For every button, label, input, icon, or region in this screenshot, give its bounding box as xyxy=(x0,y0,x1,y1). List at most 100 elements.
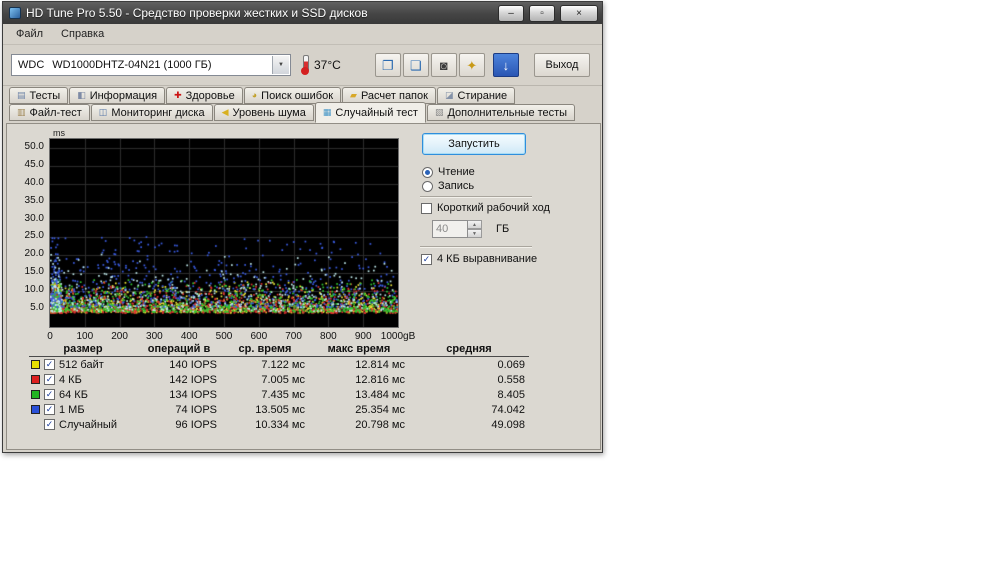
menu-bar: ФайлСправка xyxy=(3,24,602,45)
max-time-value: 25.354 мс xyxy=(309,404,409,416)
window-title: HD Tune Pro 5.50 - Средство проверки жес… xyxy=(26,6,493,20)
tab-icon: ▤ xyxy=(17,91,26,100)
max-time-value: 12.816 мс xyxy=(309,374,409,386)
tab[interactable]: ✚ Здоровье xyxy=(166,87,243,104)
app-icon xyxy=(9,7,21,19)
check-icon: ✓ xyxy=(46,420,54,429)
tab[interactable]: ◀ Уровень шума xyxy=(214,104,314,121)
maximize-button[interactable]: ▫ xyxy=(529,5,555,22)
series-checkbox[interactable]: ✓ xyxy=(44,419,55,430)
app-window: HD Tune Pro 5.50 - Средство проверки жес… xyxy=(2,1,603,453)
tab-icon: ◫ xyxy=(99,108,108,117)
table-row: ✓ 512 байт 140 IOPS 7.122 мс 12.814 мс 0… xyxy=(29,357,529,372)
table-row: ✓ 64 КБ 134 IOPS 7.435 мс 13.484 мс 8.40… xyxy=(29,387,529,402)
save-screenshot-button[interactable]: ↓ xyxy=(493,53,519,77)
avg-speed-value: 49.098 xyxy=(409,419,529,431)
series-color-swatch xyxy=(31,405,40,414)
series-color-swatch xyxy=(31,360,40,369)
drive-vendor-label: WDC xyxy=(18,59,44,71)
column-header: операций в xyxy=(137,343,221,355)
access-time-chart: ms 50.045.040.035.030.025.020.015.010.05… xyxy=(9,128,413,346)
capacity-unit-label: ГБ xyxy=(496,223,509,235)
tab-icon: ◪ xyxy=(445,91,454,100)
max-time-value: 12.814 мс xyxy=(309,359,409,371)
titlebar[interactable]: HD Tune Pro 5.50 - Средство проверки жес… xyxy=(3,2,602,24)
series-label: 64 КБ xyxy=(59,389,88,401)
read-option: Чтение xyxy=(422,166,475,178)
drive-model-label: WD1000DHTZ-04N21 (1000 ГБ) xyxy=(52,59,211,71)
column-header: ср. время xyxy=(221,343,309,355)
table-row: ✓ 4 КБ 142 IOPS 7.005 мс 12.816 мс 0.558 xyxy=(29,372,529,387)
tab-icon: ◧ xyxy=(77,91,86,100)
short-stroke-option: ✓ Короткий рабочий ход xyxy=(421,202,550,214)
tab-row-2: ▥ Файл-тест ◫ Мониторинг диска ◀ Уровень… xyxy=(9,104,575,123)
tab[interactable]: ▥ Файл-тест xyxy=(9,104,90,121)
write-option: Запись xyxy=(422,180,474,192)
tab[interactable]: ▤ Тесты xyxy=(9,87,68,104)
tab[interactable]: ◫ Мониторинг диска xyxy=(91,104,213,121)
avg-time-value: 10.334 мс xyxy=(221,419,309,431)
iops-value: 142 IOPS xyxy=(137,374,221,386)
dropdown-arrow-icon[interactable]: ▼ xyxy=(272,56,289,74)
start-test-button[interactable]: Запустить xyxy=(422,133,526,155)
tab[interactable]: ▧ Дополнительные тесты xyxy=(427,104,575,121)
capacity-row: ▲ ▼ ГБ xyxy=(432,220,509,238)
write-radio[interactable] xyxy=(422,181,433,192)
close-button[interactable]: × xyxy=(560,5,598,22)
series-checkbox[interactable]: ✓ xyxy=(44,404,55,415)
divider xyxy=(420,196,532,198)
iops-value: 96 IOPS xyxy=(137,419,221,431)
tab[interactable]: ◪ Стирание xyxy=(437,87,515,104)
toolbar-button[interactable]: ❑ xyxy=(403,53,429,77)
align-checkbox[interactable]: ✓ xyxy=(421,254,432,265)
column-header: размер xyxy=(29,343,137,355)
series-color-swatch xyxy=(31,375,40,384)
drive-selector[interactable]: WDC WD1000DHTZ-04N21 (1000 ГБ) ▼ xyxy=(11,54,291,76)
short-stroke-checkbox[interactable]: ✓ xyxy=(421,203,432,214)
tab[interactable]: ▦ Случайный тест xyxy=(315,102,426,123)
avg-time-value: 7.122 мс xyxy=(221,359,309,371)
copy-text-icon: ❐ xyxy=(382,59,394,72)
iops-value: 134 IOPS xyxy=(137,389,221,401)
avg-time-value: 13.505 мс xyxy=(221,404,309,416)
series-checkbox[interactable]: ✓ xyxy=(44,359,55,370)
series-label: 4 КБ xyxy=(59,374,82,386)
tab-icon: ▧ xyxy=(435,108,444,117)
avg-time-value: 7.005 мс xyxy=(221,374,309,386)
divider xyxy=(420,246,532,248)
tab-icon: ◀ xyxy=(222,108,229,117)
capacity-input[interactable] xyxy=(432,220,468,238)
toolbar-button[interactable]: ❐ xyxy=(375,53,401,77)
toolbar-button[interactable]: ✦ xyxy=(459,53,485,77)
download-icon: ↓ xyxy=(503,59,510,72)
menu-item[interactable]: Файл xyxy=(7,26,52,42)
minimize-button[interactable]: – xyxy=(498,5,524,22)
menu-item[interactable]: Справка xyxy=(52,26,113,42)
exit-button[interactable]: Выход xyxy=(534,53,590,77)
toolbar: WDC WD1000DHTZ-04N21 (1000 ГБ) ▼ 37°C ❐ … xyxy=(3,45,602,86)
check-icon: ✓ xyxy=(423,255,431,264)
read-label: Чтение xyxy=(438,166,475,178)
tab-icon: ▥ xyxy=(17,108,26,117)
temperature-value: 37°C xyxy=(314,58,341,72)
capacity-stepper[interactable]: ▲ ▼ xyxy=(468,220,482,238)
tab[interactable]: ◧ Информация xyxy=(69,87,165,104)
read-radio[interactable] xyxy=(422,167,433,178)
align-label: 4 КБ выравнивание xyxy=(437,253,537,265)
short-stroke-label: Короткий рабочий ход xyxy=(437,202,550,214)
keys-icon: ✦ xyxy=(466,59,477,72)
toolbar-button[interactable]: ◙ xyxy=(431,53,457,77)
series-checkbox[interactable]: ✓ xyxy=(44,389,55,400)
max-time-value: 13.484 мс xyxy=(309,389,409,401)
avg-speed-value: 0.558 xyxy=(409,374,529,386)
max-time-value: 20.798 мс xyxy=(309,419,409,431)
series-checkbox[interactable]: ✓ xyxy=(44,374,55,385)
spin-down-icon[interactable]: ▼ xyxy=(468,229,482,238)
spin-up-icon[interactable]: ▲ xyxy=(468,220,482,229)
tab-icon: ✚ xyxy=(174,91,182,100)
table-row: ✓ 1 МБ 74 IOPS 13.505 мс 25.354 мс 74.04… xyxy=(29,402,529,417)
results-table: размеропераций вср. времямакс времясредн… xyxy=(29,341,529,432)
table-row: ✓ Случайный 96 IOPS 10.334 мс 20.798 мс … xyxy=(29,417,529,432)
check-icon: ✓ xyxy=(46,390,54,399)
avg-speed-value: 74.042 xyxy=(409,404,529,416)
